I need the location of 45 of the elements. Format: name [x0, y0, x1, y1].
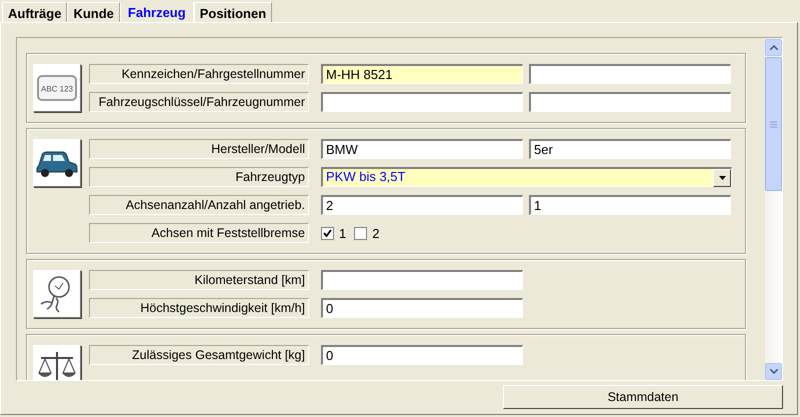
- icon-button[interactable]: [33, 345, 81, 380]
- icon-button[interactable]: [33, 139, 81, 187]
- tab[interactable]: Fahrzeug: [120, 2, 194, 22]
- chevron-down-icon: [770, 369, 778, 374]
- scrollbar[interactable]: [765, 38, 782, 380]
- scale-icon: [37, 349, 77, 380]
- tab[interactable]: Kunde: [67, 2, 120, 22]
- check-icon: [323, 229, 332, 237]
- license-plate-icon: ABC 123: [37, 75, 77, 101]
- icon-button[interactable]: ABC 123: [33, 64, 81, 112]
- master-data-button[interactable]: Stammdaten: [503, 385, 783, 409]
- field-label: Kilometerstand [km]: [89, 270, 309, 290]
- text-field[interactable]: BMW: [321, 139, 523, 159]
- icon-button[interactable]: [33, 270, 81, 318]
- text-field[interactable]: [529, 92, 731, 112]
- scroll-down-button[interactable]: [765, 363, 782, 380]
- field-label: Kennzeichen/Fahrgestellnummer: [89, 64, 309, 84]
- chevron-up-icon: [770, 45, 778, 50]
- text-field[interactable]: [321, 92, 523, 112]
- text-field[interactable]: [529, 64, 731, 84]
- scroll-thumb[interactable]: [765, 57, 782, 191]
- checkbox[interactable]: 2: [354, 226, 380, 240]
- text-field[interactable]: M-HH 8521: [321, 64, 523, 84]
- checkbox-label: 2: [372, 226, 380, 240]
- field-label: Achsen mit Feststellbremse: [89, 223, 309, 243]
- text-field[interactable]: 1: [529, 195, 731, 215]
- text-field[interactable]: 0: [321, 298, 523, 318]
- text-field[interactable]: 0: [321, 345, 523, 365]
- dropdown-arrow-icon: [718, 176, 726, 180]
- tab[interactable]: Positionen: [194, 2, 272, 22]
- dropdown-field[interactable]: PKW bis 3,5T: [321, 167, 732, 187]
- grip-icon: [770, 120, 777, 128]
- field-label: Höchstgeschwindigkeit [km/h]: [89, 298, 309, 318]
- checkbox[interactable]: 1: [321, 226, 346, 240]
- field-label: Fahrzeugtyp: [89, 167, 309, 187]
- scroll-up-button[interactable]: [765, 39, 782, 56]
- field-label: Zulässiges Gesamtgewicht [kg]: [89, 345, 309, 365]
- text-field[interactable]: [321, 270, 523, 290]
- field-label: Achsenanzahl/Anzahl angetrieb.: [89, 195, 309, 215]
- field-label: Fahrzeugschlüssel/Fahrzeugnummer: [89, 92, 309, 112]
- tab[interactable]: Aufträge: [2, 2, 68, 22]
- checkbox-label: 1: [339, 226, 346, 240]
- text-field[interactable]: 2: [321, 195, 523, 215]
- field-label: Hersteller/Modell: [89, 139, 309, 159]
- text-field[interactable]: 5er: [529, 139, 731, 159]
